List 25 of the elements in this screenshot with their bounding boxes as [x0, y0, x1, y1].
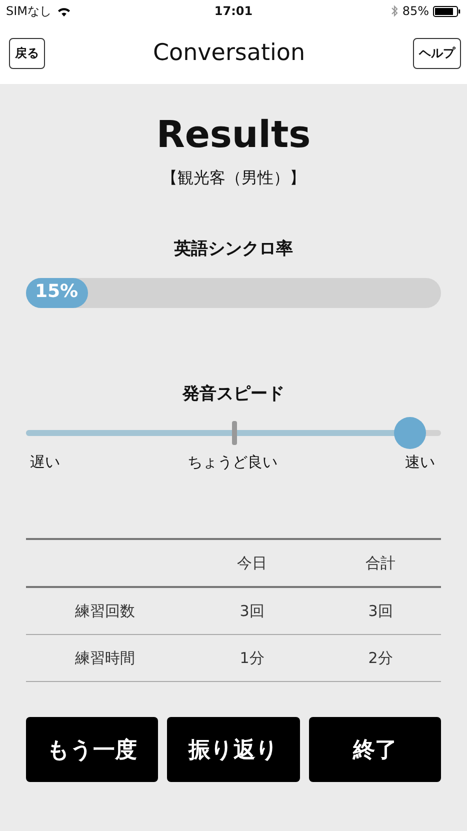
- action-button[interactable]: 終了: [308, 717, 441, 782]
- table-cell-text: 3回: [238, 602, 266, 620]
- column-header: 今日: [236, 554, 268, 572]
- clock-time: 17:01: [214, 4, 253, 18]
- row-label: 練習時間: [74, 648, 136, 668]
- battery-percent: 85%: [402, 4, 429, 18]
- column-header: 合計: [364, 554, 396, 572]
- table-cell-text: 3回: [367, 602, 394, 620]
- action-button[interactable]: もう一度: [26, 717, 158, 782]
- table-cell-text: 1分: [238, 648, 266, 668]
- help-button[interactable]: ヘルプ: [413, 38, 461, 68]
- carrier-label: SIMなし: [6, 2, 52, 20]
- table-cell-text: 2分: [367, 648, 394, 668]
- role-subtitle: 【観光客（男性）】: [160, 168, 306, 189]
- row-label: 練習回数: [74, 602, 136, 620]
- action-button[interactable]: 振り返り: [167, 717, 300, 782]
- speed-scale-label: ちょうど良い: [188, 453, 278, 472]
- results-heading: Results: [155, 112, 312, 158]
- speed-scale-label: 遅い: [30, 453, 60, 472]
- sync-percent: 15%: [35, 281, 78, 302]
- screen-title: Conversation: [152, 40, 306, 66]
- speed-label: 発音スピード: [181, 383, 286, 405]
- sync-label: 英語シンクロ率: [173, 238, 294, 260]
- speed-scale-label: 速い: [405, 453, 435, 472]
- back-button[interactable]: 戻る: [9, 38, 45, 68]
